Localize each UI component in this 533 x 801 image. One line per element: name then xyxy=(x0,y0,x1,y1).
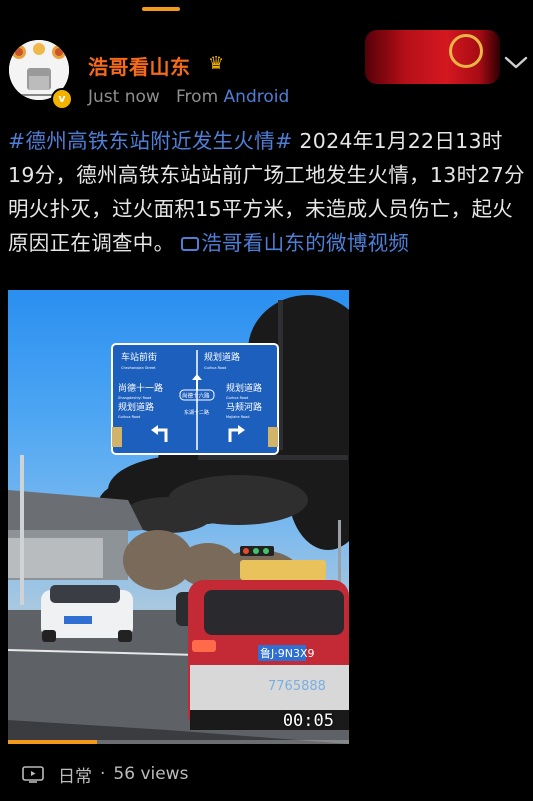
video-link[interactable]: 浩哥看山东的微博视频 xyxy=(181,231,409,255)
sign-top-right: 规划道路 xyxy=(204,351,240,363)
post-footer: 日常 · 56 views xyxy=(22,762,189,787)
red-taxi: 鲁J·9N3X9 7765888 xyxy=(188,560,349,730)
white-car xyxy=(41,585,133,642)
video-timestamp: 00:05 xyxy=(282,711,334,731)
video-link-label: 浩哥看山东的微博视频 xyxy=(201,231,410,255)
sign-left-2: 规划道路 xyxy=(118,401,154,413)
sign-top-left: 车站前街 xyxy=(121,351,157,363)
taxi-phone: 7765888 xyxy=(268,679,326,694)
sign-center-bottom: 东湖十二路 xyxy=(184,409,209,416)
decorative-banner xyxy=(365,30,500,84)
sign-right-1-en: Guihua Road xyxy=(226,396,248,400)
view-count: 56 views xyxy=(113,764,189,784)
license-plate: 鲁J·9N3X9 xyxy=(260,646,315,660)
post-time: Just now xyxy=(88,87,160,107)
crown-icon: ♛ xyxy=(208,53,225,74)
video-icon xyxy=(181,237,200,251)
footer-separator: · xyxy=(100,764,106,784)
post-text: #德州高铁东站附近发生火情# 2024年1月22日13时19分，德州高铁东站站前… xyxy=(8,124,528,260)
sign-top-right-en: Guihua Road xyxy=(204,366,226,370)
sign-left-1: 尚德十一路 xyxy=(118,382,163,394)
source-prefix: From xyxy=(176,87,219,107)
sign-top-left-en: Chezhanqian Street xyxy=(121,366,156,370)
post-meta: Just now From Android xyxy=(88,87,289,107)
video-progress-fill xyxy=(8,740,97,744)
author-name[interactable]: 浩哥看山东 xyxy=(88,51,191,80)
street-sign: 车站前街 Chezhanqian Street 规划道路 Guihua Road… xyxy=(111,343,279,455)
video-progress-track[interactable] xyxy=(8,740,349,744)
video-frame: 车站前街 Chezhanqian Street 规划道路 Guihua Road… xyxy=(8,295,349,744)
verified-badge: v xyxy=(51,88,73,110)
tab-indicator xyxy=(142,7,180,11)
video-player[interactable]: 车站前街 Chezhanqian Street 规划道路 Guihua Road… xyxy=(8,290,349,744)
post-source[interactable]: Android xyxy=(224,87,290,107)
sign-right-1: 规划道路 xyxy=(226,382,262,394)
sign-left-1-en: Shangdeshiyi Road xyxy=(118,396,151,400)
top-bar xyxy=(0,0,533,28)
sign-right-2: 马颊河路 xyxy=(226,401,262,413)
sign-left-2-en: Guihua Road xyxy=(118,415,140,419)
emblem-icon xyxy=(449,34,483,68)
footer-category[interactable]: 日常 xyxy=(58,762,92,787)
hashtag-link[interactable]: #德州高铁东站附近发生火情# xyxy=(8,129,293,153)
chevron-down-icon[interactable] xyxy=(503,52,529,72)
sign-center-top: 尚德十六路 xyxy=(182,392,210,400)
sign-right-2-en: Majiahe Road xyxy=(226,415,250,419)
tv-icon xyxy=(22,765,44,783)
